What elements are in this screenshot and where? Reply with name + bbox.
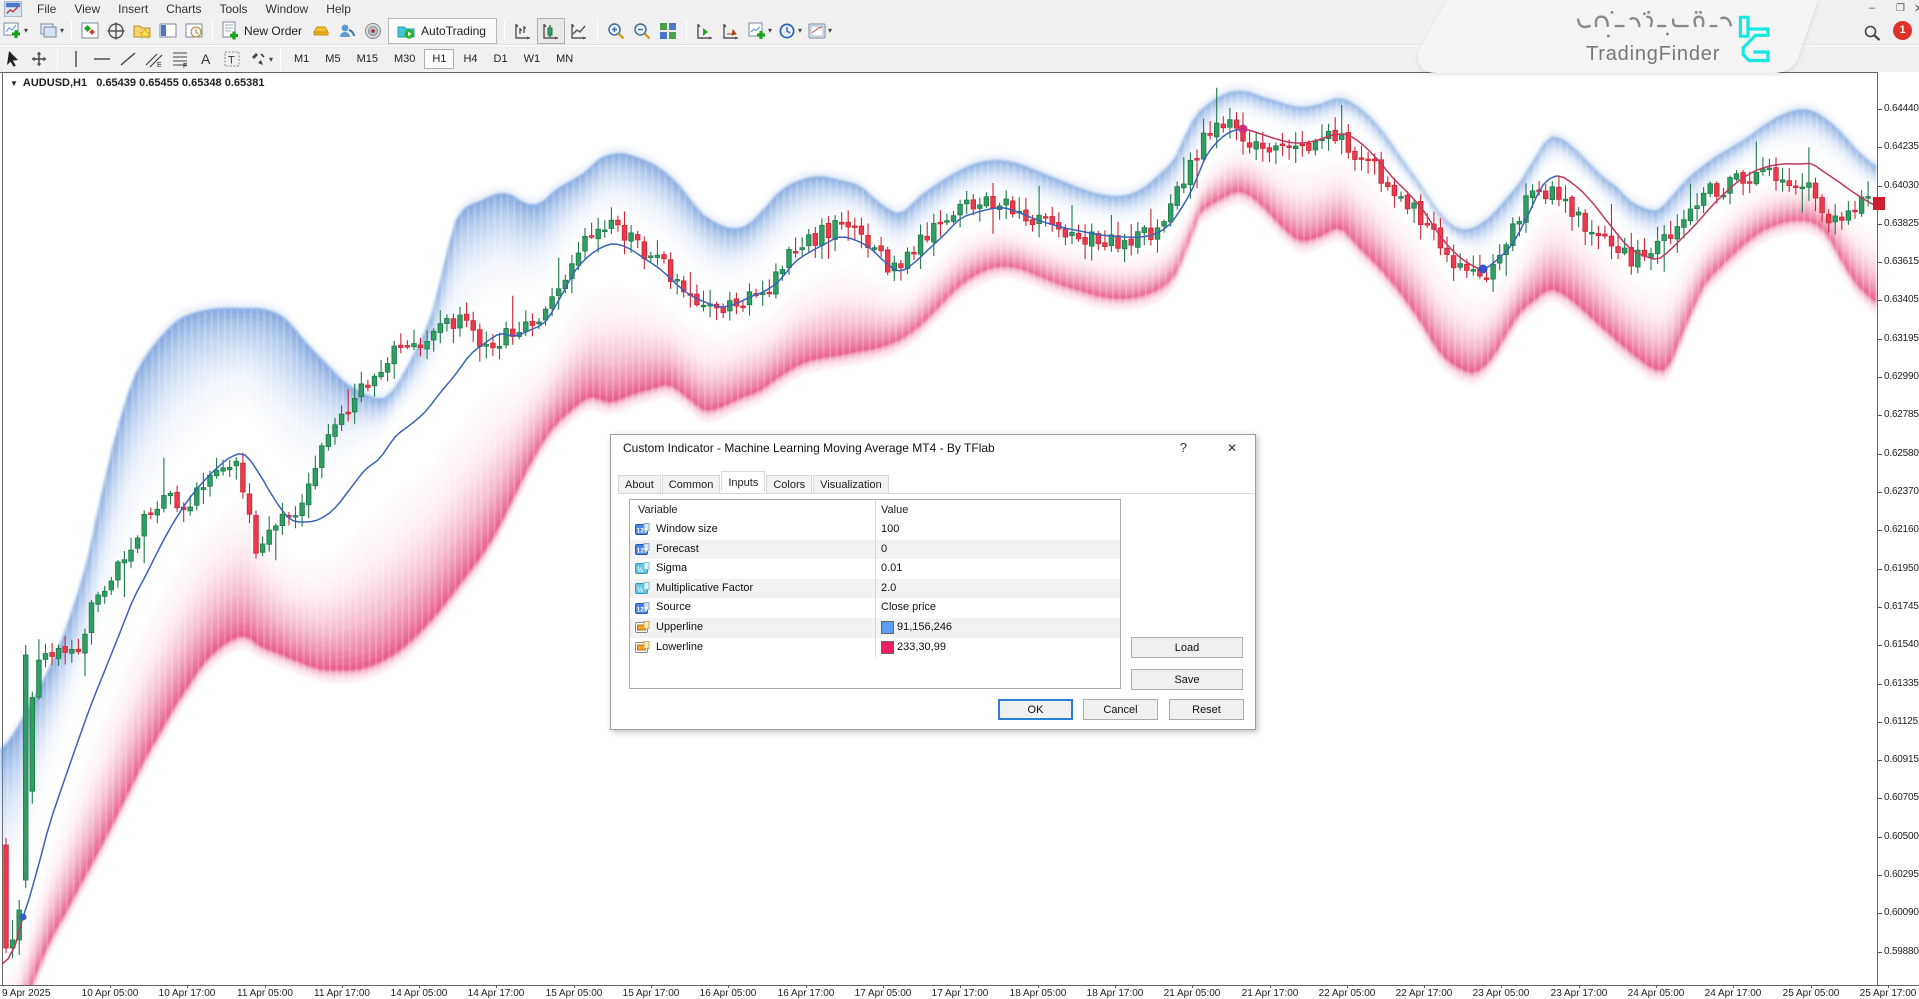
svg-text:½: ½ (637, 566, 643, 574)
svg-text:½: ½ (637, 586, 643, 594)
svg-text:123: 123 (637, 547, 648, 554)
svg-text:123: 123 (637, 528, 648, 535)
svg-text:123: 123 (637, 606, 648, 613)
svg-text:TradingFinder: TradingFinder (1586, 43, 1720, 65)
